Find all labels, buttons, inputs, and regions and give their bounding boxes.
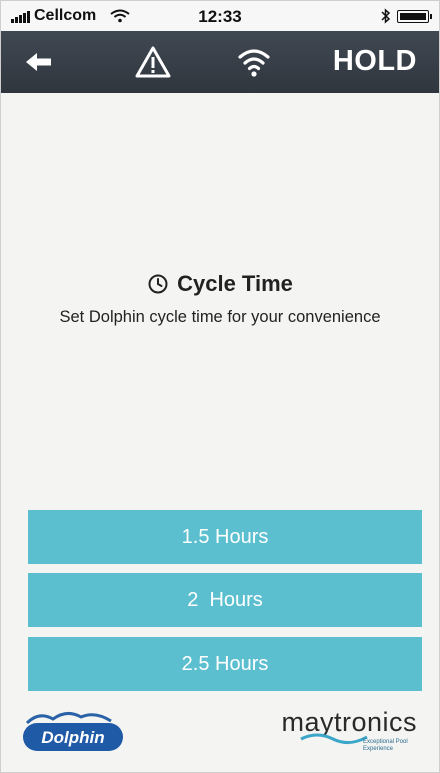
page-title: Cycle Time bbox=[177, 271, 293, 296]
wifi-icon[interactable] bbox=[237, 43, 271, 79]
clock-icon bbox=[148, 274, 168, 294]
cycle-time-heading: Cycle Time bbox=[1, 271, 439, 297]
warning-icon[interactable] bbox=[134, 45, 172, 79]
maytronics-tagline: Exceptional Pool Experience bbox=[363, 739, 408, 752]
option-1-5-hours-button[interactable]: 1.5 Hours bbox=[28, 510, 422, 564]
bluetooth-icon bbox=[381, 8, 391, 24]
dolphin-logo: Dolphin bbox=[23, 712, 123, 751]
status-time: 12:33 bbox=[198, 7, 242, 26]
status-right bbox=[381, 8, 432, 24]
hold-button[interactable]: HOLD bbox=[333, 45, 417, 78]
back-arrow-icon[interactable] bbox=[23, 49, 55, 75]
status-bar: Cellcom 12:33 bbox=[1, 1, 439, 31]
maytronics-wave-icon bbox=[300, 733, 368, 744]
option-2-5-hours-button[interactable]: 2.5 Hours bbox=[28, 637, 422, 691]
phone-screen: Cellcom 12:33 HOLD Cycle Time Set Dolphi… bbox=[0, 0, 440, 773]
option-2-hours-button[interactable]: 2 Hours bbox=[28, 573, 422, 627]
dolphin-logo-text: Dolphin bbox=[41, 728, 104, 747]
battery-icon bbox=[397, 9, 432, 23]
app-header: HOLD bbox=[1, 31, 439, 93]
page-subtitle: Set Dolphin cycle time for your convenie… bbox=[59, 308, 381, 326]
